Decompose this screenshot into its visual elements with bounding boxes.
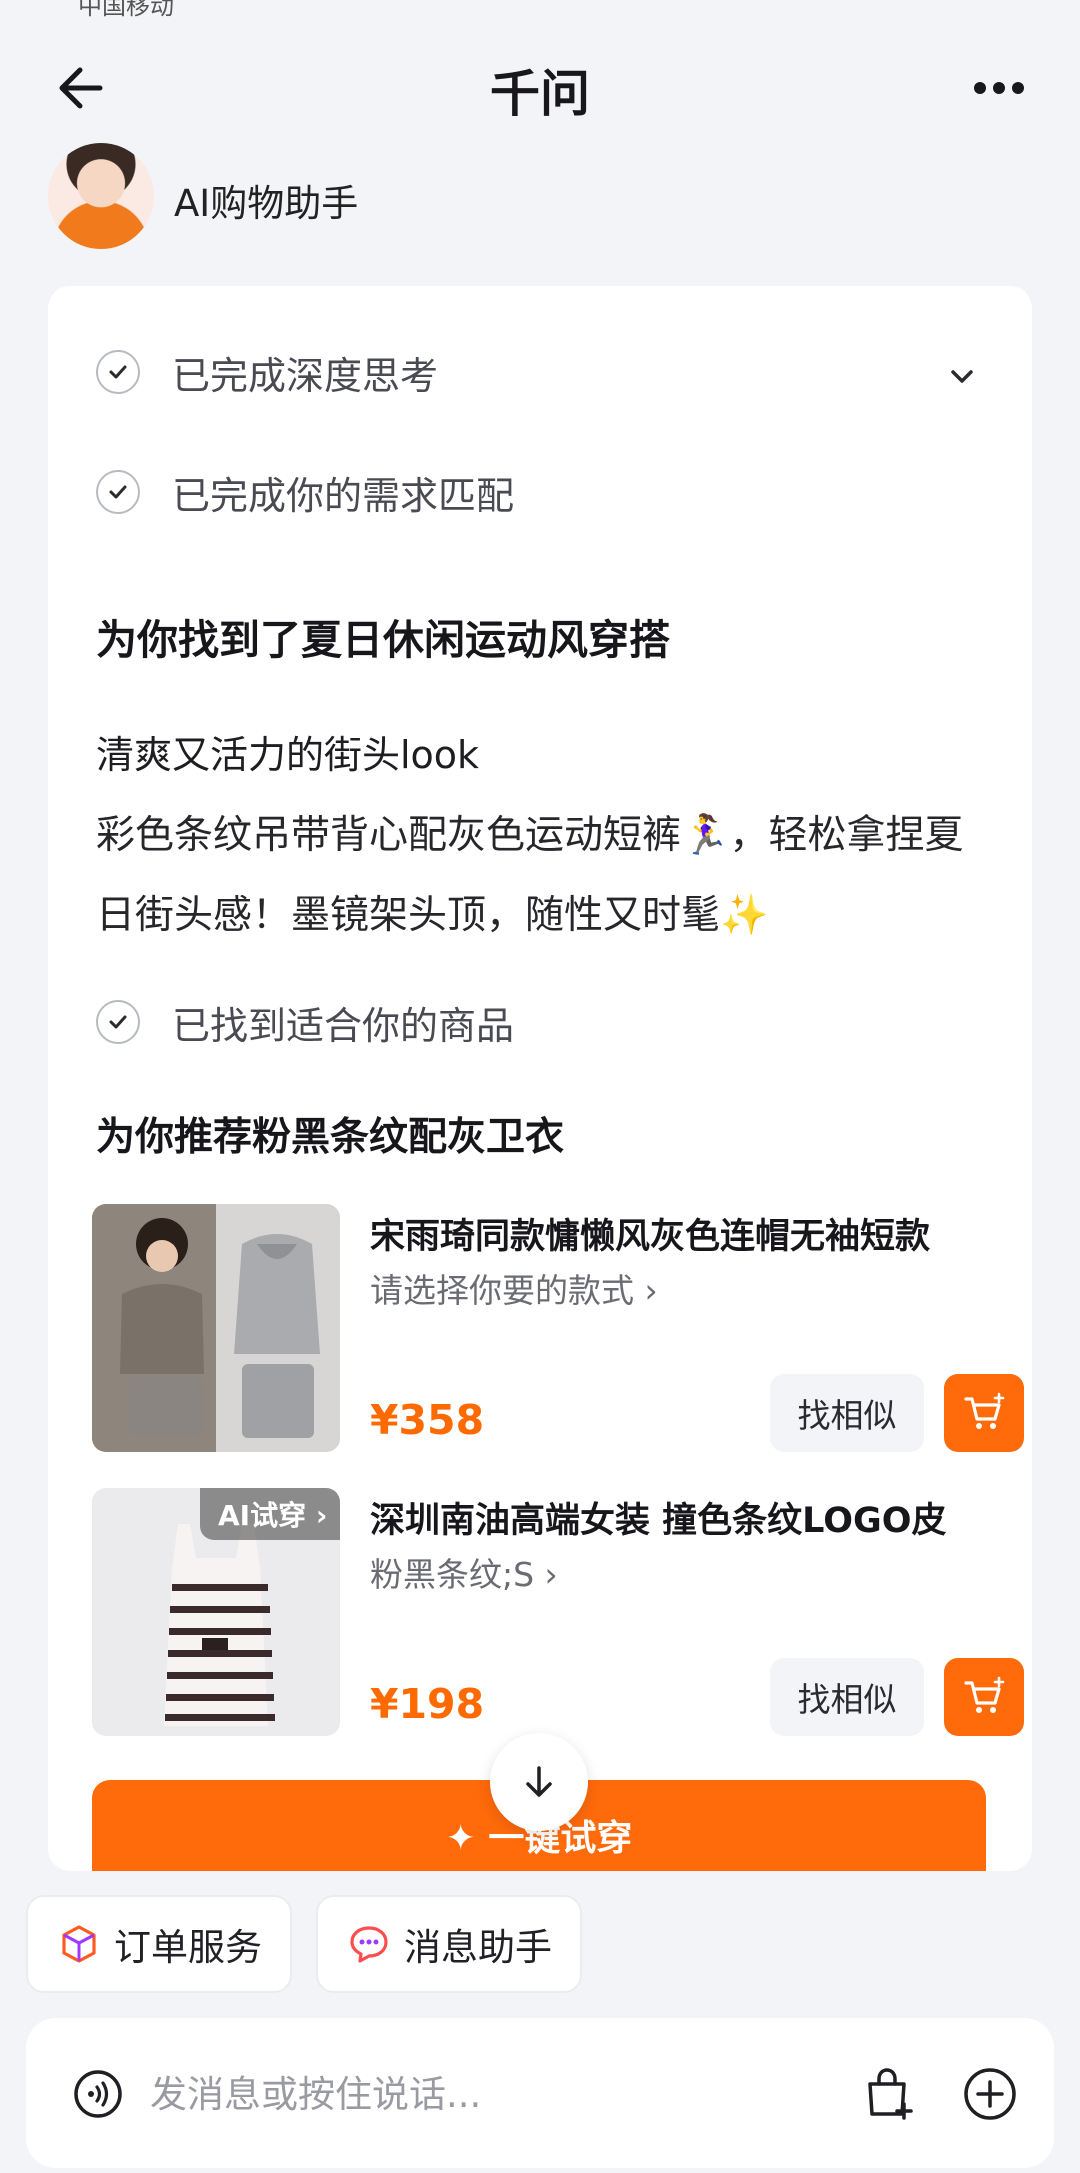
product-image[interactable] <box>92 1204 340 1452</box>
step-found-label: 已找到适合你的商品 <box>172 1003 515 1048</box>
cart-plus-icon <box>964 1392 1005 1429</box>
order-service-chip[interactable]: 订单服务 <box>26 1895 292 1993</box>
cart-plus-icon <box>964 1676 1005 1713</box>
order-service-label: 订单服务 <box>114 1926 262 1969</box>
shopping-bag-icon[interactable] <box>858 2064 918 2124</box>
product-variant-select[interactable]: 粉黑条纹;S › <box>370 1548 558 1596</box>
product-card[interactable]: AI试穿 › 深圳南油高端女装 撞色条纹LOGO皮 粉黑条纹;S › ¥198 … <box>92 1488 1024 1738</box>
product-title[interactable]: 宋雨琦同款慵懒风灰色连帽无袖短款 <box>370 1208 930 1259</box>
check-icon <box>96 470 140 514</box>
step-thinking[interactable]: 已完成深度思考 <box>96 342 438 402</box>
arrow-down-icon <box>526 1766 552 1797</box>
more-button[interactable] <box>964 58 1034 118</box>
product-title[interactable]: 深圳南油高端女装 撞色条纹LOGO皮 <box>370 1492 946 1543</box>
result-paragraph: 彩色条纹吊带背心配灰色运动短裤🏃‍♀️，轻松拿捏夏日街头感！墨镜架头顶，随性又时… <box>96 813 964 938</box>
message-icon <box>350 1926 388 1963</box>
message-composer <box>26 2018 1054 2168</box>
find-similar-button[interactable]: 找相似 <box>770 1374 924 1452</box>
scroll-to-bottom-button[interactable] <box>490 1733 588 1831</box>
step-matching: 已完成你的需求匹配 <box>96 462 514 522</box>
top-bar: 千问 <box>0 40 1080 130</box>
product-card[interactable]: 宋雨琦同款慵懒风灰色连帽无袖短款 请选择你要的款式 › ¥358 找相似 <box>92 1204 1024 1454</box>
voice-icon[interactable] <box>72 2068 124 2120</box>
result-subheading: 清爽又活力的街头look <box>96 733 480 777</box>
message-assistant-label: 消息助手 <box>404 1926 552 1969</box>
product-image[interactable]: AI试穿 › <box>92 1488 340 1736</box>
ai-tryon-badge[interactable]: AI试穿 › <box>200 1488 340 1540</box>
add-to-cart-button[interactable] <box>944 1658 1024 1736</box>
find-similar-button[interactable]: 找相似 <box>770 1658 924 1736</box>
recommend-heading: 为你推荐粉黑条纹配灰卫衣 <box>96 1115 565 1160</box>
response-card: 已完成深度思考 已完成你的需求匹配 为你找到了夏日休闲运动风穿搭 清爽又活力的街… <box>48 286 1032 1871</box>
step-thinking-label: 已完成深度思考 <box>172 353 439 398</box>
check-icon <box>96 1000 140 1044</box>
result-heading: 为你找到了夏日休闲运动风穿搭 <box>96 616 670 664</box>
plus-circle-icon[interactable] <box>962 2066 1018 2122</box>
product-price: ¥358 <box>370 1396 485 1444</box>
avatar[interactable] <box>48 143 154 249</box>
page-title: 千问 <box>490 65 590 123</box>
step-found: 已找到适合你的商品 <box>96 992 514 1052</box>
product-price: ¥198 <box>370 1680 485 1728</box>
more-icon <box>974 82 1024 94</box>
add-to-cart-button[interactable] <box>944 1374 1024 1452</box>
check-icon <box>96 350 140 394</box>
message-assistant-chip[interactable]: 消息助手 <box>316 1895 582 1993</box>
chevron-down-icon[interactable] <box>944 358 980 394</box>
order-box-icon <box>62 1925 96 1963</box>
product-variant-select[interactable]: 请选择你要的款式 › <box>370 1264 658 1312</box>
step-matching-label: 已完成你的需求匹配 <box>172 473 515 518</box>
assistant-name: AI购物助手 <box>174 182 359 225</box>
quick-actions: 订单服务 消息助手 <box>26 1895 582 1993</box>
status-carrier: 中国移动 <box>78 0 174 20</box>
message-input[interactable] <box>150 2066 750 2122</box>
